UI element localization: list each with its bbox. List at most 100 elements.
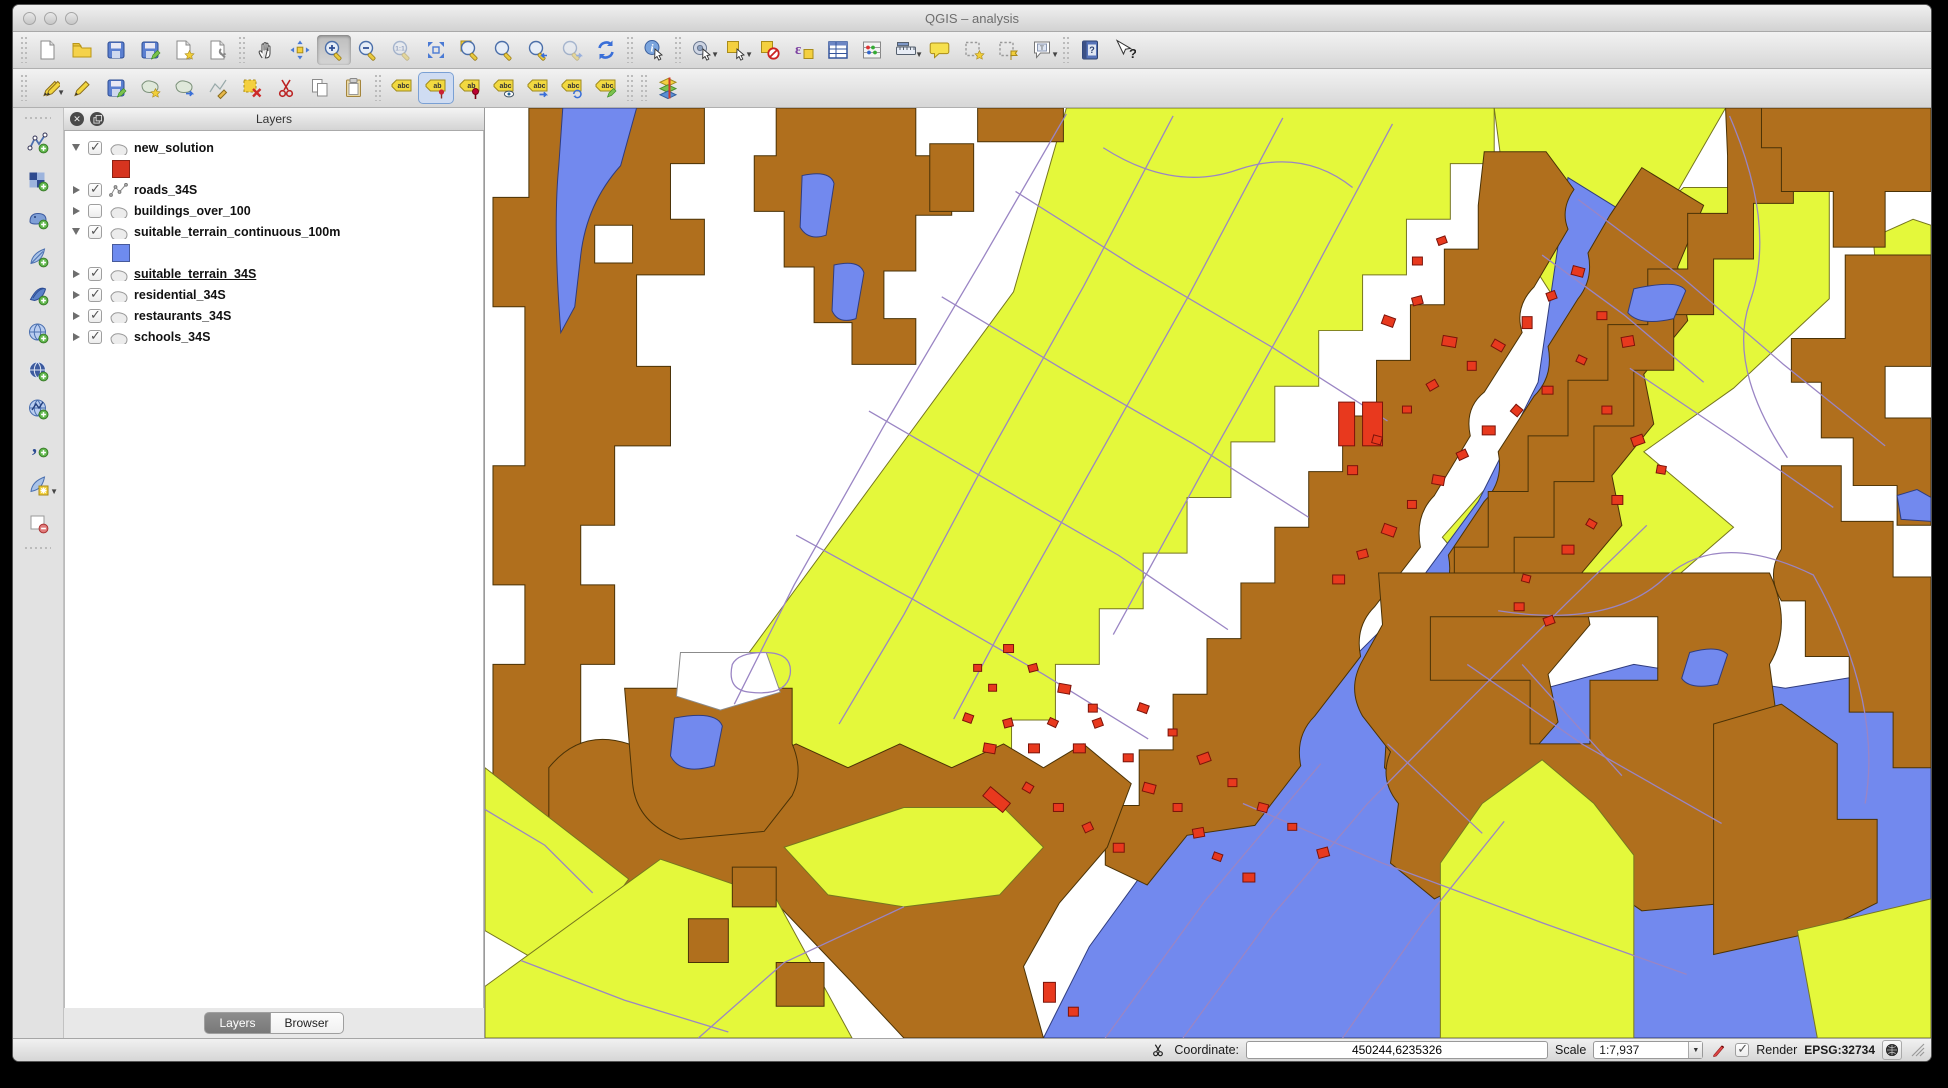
pin-labels-button[interactable]: ab xyxy=(419,73,453,103)
layer-item-buildings_over_100[interactable]: buildings_over_100 xyxy=(69,200,483,221)
layer-labeling-options-button[interactable]: abc xyxy=(385,73,419,103)
expander-icon[interactable] xyxy=(69,333,83,341)
select-by-expression-button[interactable]: ε xyxy=(787,35,821,65)
layer-visibility-checkbox[interactable] xyxy=(88,225,102,239)
select-features-button[interactable]: ▼ xyxy=(719,35,753,65)
layer-visibility-checkbox[interactable] xyxy=(88,183,102,197)
legend-color-swatch[interactable] xyxy=(112,160,130,178)
toolbar-handle[interactable] xyxy=(626,37,634,63)
zoom-to-layer-button[interactable] xyxy=(487,35,521,65)
layer-visibility-checkbox[interactable] xyxy=(88,309,102,323)
dropdown-caret-icon[interactable]: ▼ xyxy=(711,50,719,59)
highlight-pinned-labels-button[interactable]: ab xyxy=(453,73,487,103)
legend-color-swatch[interactable] xyxy=(112,244,130,262)
zoom-next-button[interactable] xyxy=(555,35,589,65)
layer-item-new_solution[interactable]: new_solution xyxy=(69,137,483,158)
toolbar-handle[interactable] xyxy=(1062,37,1070,63)
composer-manager-button[interactable] xyxy=(201,35,235,65)
expander-icon[interactable] xyxy=(69,144,83,151)
layer-item-roads_34S[interactable]: roads_34S xyxy=(69,179,483,200)
layer-visibility-checkbox[interactable] xyxy=(88,141,102,155)
map-svg[interactable] xyxy=(485,108,1931,1038)
map-canvas[interactable] xyxy=(485,108,1931,1038)
dropdown-caret-icon[interactable]: ▼ xyxy=(915,50,923,59)
panel-tab-browser[interactable]: Browser xyxy=(271,1012,344,1034)
add-feature-button[interactable] xyxy=(133,73,167,103)
show-bookmarks-button[interactable] xyxy=(991,35,1025,65)
text-annotation-button[interactable]: T▼ xyxy=(1025,35,1059,65)
coordinate-input[interactable] xyxy=(1246,1041,1548,1059)
dropdown-caret-icon[interactable]: ▼ xyxy=(50,487,58,496)
add-raster-layer-button[interactable] xyxy=(18,164,58,198)
add-mssql-layer-button[interactable] xyxy=(18,278,58,312)
change-label-button[interactable]: abc xyxy=(589,73,623,103)
magnifier-lock-icon[interactable] xyxy=(1710,1041,1728,1059)
zoom-in-button[interactable] xyxy=(317,35,351,65)
crs-status-icon[interactable] xyxy=(1882,1040,1902,1060)
add-spatialite-layer-button[interactable] xyxy=(18,240,58,274)
expander-icon[interactable] xyxy=(69,291,83,299)
toolbar-handle[interactable] xyxy=(25,544,51,552)
move-feature-button[interactable] xyxy=(167,73,201,103)
zoom-last-button[interactable] xyxy=(521,35,555,65)
new-print-composer-button[interactable] xyxy=(167,35,201,65)
dropdown-caret-icon[interactable]: ▼ xyxy=(1051,50,1059,59)
run-feature-action-button[interactable]: ▼ xyxy=(685,35,719,65)
layer-item-suitable_terrain_34S[interactable]: suitable_terrain_34S xyxy=(69,263,483,284)
scale-dropdown-icon[interactable]: ▼ xyxy=(1688,1042,1702,1058)
save-project-button[interactable] xyxy=(99,35,133,65)
expander-icon[interactable] xyxy=(69,186,83,194)
add-wms-layer-button[interactable] xyxy=(18,316,58,350)
layer-visibility-checkbox[interactable] xyxy=(88,267,102,281)
open-project-button[interactable] xyxy=(65,35,99,65)
window-close-button[interactable] xyxy=(23,12,36,25)
layer-visibility-checkbox[interactable] xyxy=(88,204,102,218)
open-attribute-table-button[interactable] xyxy=(821,35,855,65)
resize-grip-icon[interactable] xyxy=(1911,1043,1925,1057)
toolbar-handle[interactable] xyxy=(640,75,648,101)
zoom-full-extent-button[interactable] xyxy=(419,35,453,65)
add-wcs-layer-button[interactable] xyxy=(18,354,58,388)
add-wfs-layer-button[interactable] xyxy=(18,392,58,426)
plugin-layers-button[interactable] xyxy=(651,73,685,103)
toolbar-handle[interactable] xyxy=(674,37,682,63)
toolbar-handle[interactable] xyxy=(20,75,28,101)
save-project-as-button[interactable] xyxy=(133,35,167,65)
map-tips-button[interactable] xyxy=(923,35,957,65)
float-panel-icon[interactable] xyxy=(90,112,104,126)
layer-visibility-checkbox[interactable] xyxy=(88,288,102,302)
move-label-button[interactable]: abc xyxy=(521,73,555,103)
rotate-label-button[interactable]: abc xyxy=(555,73,589,103)
expander-icon[interactable] xyxy=(69,270,83,278)
show-hidden-labels-button[interactable]: abc xyxy=(487,73,521,103)
layer-visibility-checkbox[interactable] xyxy=(88,330,102,344)
render-checkbox[interactable] xyxy=(1735,1043,1749,1057)
identify-features-button[interactable]: i xyxy=(637,35,671,65)
toolbar-handle[interactable] xyxy=(20,37,28,63)
expander-icon[interactable] xyxy=(69,228,83,235)
add-vector-layer-button[interactable] xyxy=(18,126,58,160)
toolbar-handle[interactable] xyxy=(25,114,51,122)
delete-selected-button[interactable] xyxy=(235,73,269,103)
add-postgis-layer-button[interactable] xyxy=(18,202,58,236)
toolbar-handle[interactable] xyxy=(626,75,634,101)
pan-map-button[interactable] xyxy=(249,35,283,65)
measure-line-button[interactable]: ▼ xyxy=(889,35,923,65)
whats-this-button[interactable]: ? xyxy=(1107,35,1141,65)
close-panel-icon[interactable]: ✕ xyxy=(70,112,84,126)
refresh-map-button[interactable] xyxy=(589,35,623,65)
layer-item-suitable_terrain_continuous_100m[interactable]: suitable_terrain_continuous_100m xyxy=(69,221,483,242)
new-shapefile-layer-button[interactable] xyxy=(18,506,58,540)
help-contents-button[interactable]: ? xyxy=(1073,35,1107,65)
deselect-features-button[interactable] xyxy=(753,35,787,65)
scale-combo[interactable]: 1:7,937 ▼ xyxy=(1593,1041,1703,1059)
expander-icon[interactable] xyxy=(69,207,83,215)
layer-item-residential_34S[interactable]: residential_34S xyxy=(69,284,483,305)
statistical-summary-button[interactable] xyxy=(855,35,889,65)
title-bar[interactable]: QGIS – analysis xyxy=(13,5,1931,32)
current-edits-button[interactable]: ▼ xyxy=(31,73,65,103)
zoom-actual-size-button[interactable]: 1:1 xyxy=(385,35,419,65)
cut-features-button[interactable] xyxy=(269,73,303,103)
copy-features-button[interactable] xyxy=(303,73,337,103)
node-tool-button[interactable] xyxy=(201,73,235,103)
